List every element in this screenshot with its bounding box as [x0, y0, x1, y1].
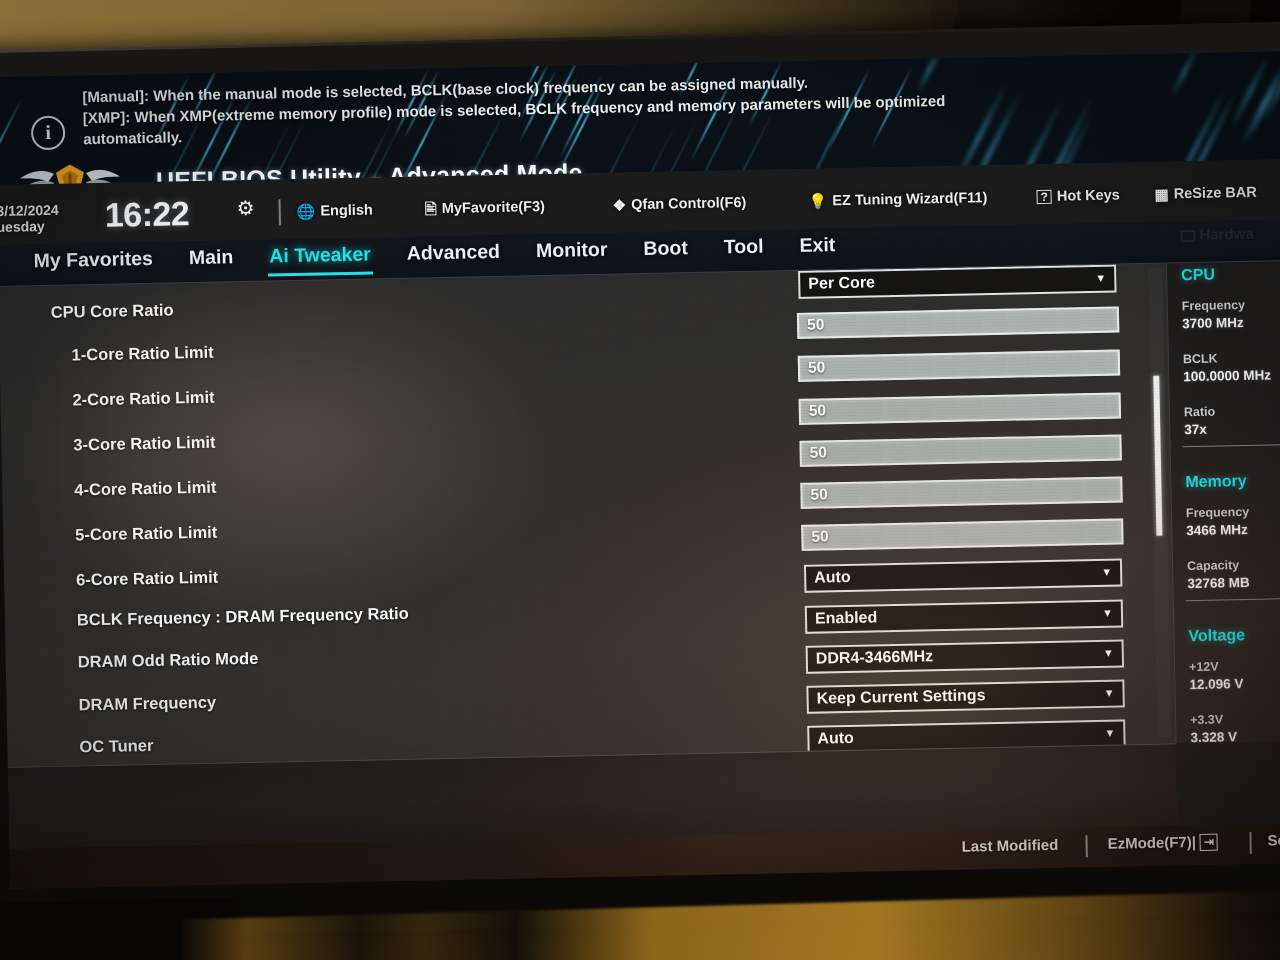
setting-value-text: 50 — [808, 402, 827, 420]
nav-tab-my-favorites[interactable]: My Favorites — [31, 247, 155, 278]
nav-tab-main[interactable]: Main — [187, 245, 236, 275]
nav-tab-monitor[interactable]: Monitor — [534, 238, 610, 269]
setting-label: 4-Core Ratio Limit — [74, 478, 217, 500]
tuf-gaming-logo-icon — [20, 164, 121, 185]
chevron-down-icon: ▼ — [1104, 727, 1116, 740]
ezmode-label: EzMode(F7)| — [1107, 834, 1197, 853]
setting-label: OC Tuner — [79, 736, 154, 757]
setting-label: CPU Core Ratio — [50, 301, 174, 322]
setting-label: DRAM Frequency — [78, 693, 217, 715]
qfan-control-button[interactable]: ❖ Qfan Control(F6) — [613, 195, 747, 214]
setting-label: DRAM Odd Ratio Mode — [77, 649, 259, 672]
setting-value-text: Auto — [817, 729, 855, 748]
last-modified-button[interactable]: Last Modified — [961, 837, 1058, 856]
setting-label: 2-Core Ratio Limit — [72, 388, 215, 410]
chevron-down-icon: ▼ — [1101, 607, 1114, 620]
language-button[interactable]: 🌐 English — [297, 202, 373, 220]
resize-bar-icon: ▦ — [1154, 185, 1169, 204]
chevron-down-icon: ▼ — [1102, 647, 1114, 660]
photograph-of-monitor: DELL UEFI BIOS Utility – Advanced Mode 0… — [0, 0, 1280, 960]
setting-label: 3-Core Ratio Limit — [73, 433, 216, 455]
hardware-monitor-panel: Hardwa CPUFrequency3700 MHzBCLK100.0000 … — [1165, 219, 1280, 744]
hw-entry-key: BCLK — [1182, 351, 1218, 367]
ezmode-button[interactable]: EzMode(F7)| ⇥ — [1107, 833, 1219, 853]
nav-tab-advanced[interactable]: Advanced — [405, 240, 503, 271]
lightbulb-icon: 💡 — [808, 192, 828, 211]
setting-value-text: 50 — [807, 359, 826, 377]
hw-entry-value: 37x — [1184, 421, 1207, 438]
hw-entry-key: +3.3V — [1189, 712, 1224, 728]
resize-bar-label: ReSize BAR — [1173, 184, 1257, 203]
monitor-screen: UEFI BIOS Utility – Advanced Mode 03/12/… — [0, 51, 1280, 889]
nav-tab-ai-tweaker[interactable]: Ai Tweaker — [267, 242, 374, 277]
nav-tab-tool[interactable]: Tool — [722, 235, 766, 265]
setting-label: 1-Core Ratio Limit — [71, 343, 214, 365]
setting-value-text: Per Core — [808, 274, 876, 293]
hw-section-title-cpu: CPU — [1181, 266, 1216, 285]
chevron-down-icon: ▼ — [1095, 272, 1107, 285]
statusbar-divider-2 — [1249, 831, 1252, 854]
hw-section-title-memory: Memory — [1185, 472, 1247, 492]
settings-list: CPU Core Ratio Per Core ▼ 1-Core Ratio Limi… — [0, 263, 1176, 767]
hw-entry-value: 3.328 V — [1190, 729, 1238, 744]
hotkeys-label: Hot Keys — [1056, 187, 1120, 205]
hw-section-divider — [1182, 444, 1280, 448]
setting-value-text: 50 — [810, 486, 828, 504]
hw-entry-value: 100.0000 MHz — [1183, 367, 1272, 385]
search-button[interactable]: Sea — [1267, 832, 1280, 850]
hotkeys-icon: ? — [1036, 189, 1053, 205]
gear-icon[interactable]: ⚙ — [236, 196, 254, 221]
hw-entry-key: Capacity — [1186, 558, 1240, 574]
language-label: English — [320, 202, 373, 220]
hw-entry-key: Frequency — [1185, 504, 1250, 521]
setting-value-text: 50 — [806, 316, 825, 334]
setting-value-text: 50 — [809, 444, 828, 462]
myfavorite-icon: 🖹 — [424, 200, 437, 218]
qfan-icon: ❖ — [612, 196, 627, 215]
myfavorite-button[interactable]: 🖹 MyFavorite(F3) — [424, 198, 546, 218]
page-title: UEFI BIOS Utility – Advanced Mode — [155, 159, 583, 185]
hw-entry-value: 12.096 V — [1189, 676, 1244, 693]
hw-entry-key: +12V — [1188, 659, 1219, 675]
setting-value-text: Enabled — [814, 609, 878, 628]
chevron-down-icon: ▼ — [1101, 566, 1113, 579]
hot-keys-button[interactable]: ? Hot Keys — [1036, 187, 1120, 205]
globe-icon: 🌐 — [296, 203, 316, 221]
arrow-right-box-icon: ⇥ — [1199, 833, 1219, 851]
nav-tab-exit[interactable]: Exit — [797, 233, 837, 263]
ez-tuning-label: EZ Tuning Wizard(F11) — [832, 190, 988, 210]
resize-bar-button[interactable]: ▦ ReSize BAR — [1154, 184, 1257, 204]
setting-label: 5-Core Ratio Limit — [75, 523, 218, 545]
hw-entry-key: Ratio — [1183, 404, 1216, 420]
statusbar-divider-1 — [1085, 835, 1088, 858]
setting-value-text: DDR4-3466MHz — [815, 648, 934, 668]
chevron-down-icon: ▼ — [1103, 687, 1115, 700]
setting-value-text: Keep Current Settings — [816, 687, 986, 708]
setting-label: BCLK Frequency : DRAM Frequency Ratio — [76, 604, 409, 630]
setting-value-text: 50 — [811, 528, 829, 546]
hw-section-divider — [1185, 598, 1280, 602]
qfan-label: Qfan Control(F6) — [630, 194, 747, 214]
hw-section-title-voltage: Voltage — [1188, 627, 1246, 646]
weekday-value: Tuesday — [0, 218, 45, 236]
setting-label: 6-Core Ratio Limit — [75, 568, 219, 590]
hw-entry-value: 3466 MHz — [1186, 521, 1248, 539]
date-value: 03/12/2024 — [0, 201, 59, 220]
hw-entry-value: 3700 MHz — [1182, 314, 1244, 332]
myfavorite-label: MyFavorite(F3) — [441, 198, 546, 218]
setting-value-text: Auto — [814, 568, 851, 587]
hw-entry-key: Frequency — [1181, 297, 1246, 314]
clock-display: 16:22 — [104, 195, 190, 235]
hw-entry-value: 32768 MB — [1187, 574, 1250, 592]
date-display: 03/12/2024 Tuesday — [0, 202, 59, 235]
nav-tab-boot[interactable]: Boot — [641, 236, 690, 266]
